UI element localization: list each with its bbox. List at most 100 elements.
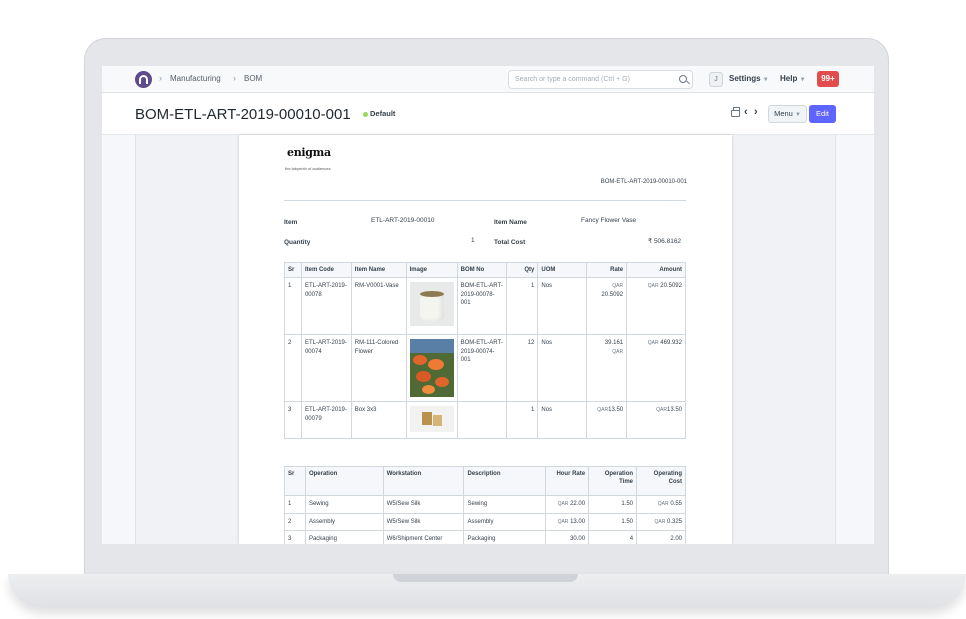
table-row: 3 Packaging W6/Shipment Center Packaging… xyxy=(284,530,686,544)
rate-value: 13.50 xyxy=(608,407,624,414)
search-placeholder: Search or type a command (Ctrl + G) xyxy=(515,76,630,83)
column-header: Item Code xyxy=(300,261,352,279)
hour-rate-value: 22.00 xyxy=(570,501,586,507)
search-input[interactable]: Search or type a command (Ctrl + G) xyxy=(508,70,693,89)
table-header-row: Sr Item Code Item Name Image BOM No Qty … xyxy=(284,261,686,279)
hour-rate-value: 30.00 xyxy=(570,536,586,543)
item-code-cell: ETL-ART-2019-00078 xyxy=(300,277,352,336)
item-code-cell: ETL-ART-2019-00074 xyxy=(300,334,352,403)
currency-label: QAR xyxy=(612,348,624,355)
status-dot-icon xyxy=(363,112,368,117)
amount-value: 20.5092 xyxy=(660,283,682,290)
operation-time-cell: 4 xyxy=(588,530,638,544)
operation-cell: Assembly xyxy=(304,512,384,532)
caret-down-icon: ▼ xyxy=(799,77,806,83)
settings-label: Settings xyxy=(729,74,761,83)
breadcrumb-bom[interactable]: BOM xyxy=(244,74,262,83)
item-name-cell: RM-111-Colored Flower xyxy=(350,334,407,403)
amount-cell: QAR 20.5092 xyxy=(626,277,686,336)
column-header: Operation xyxy=(304,466,384,496)
caret-down-icon: ▼ xyxy=(762,77,769,83)
image-cell xyxy=(405,334,458,403)
item-code-cell: ETL-ART-2019-00079 xyxy=(300,401,352,440)
settings-menu[interactable]: Settings ▼ xyxy=(729,74,769,83)
quantity-value: 1 xyxy=(471,237,475,244)
currency-label: QAR xyxy=(647,340,659,347)
operations-table: Sr Operation Workstation Description Hou… xyxy=(284,466,686,544)
workstation-cell: W5/Sew Silk xyxy=(382,495,465,514)
amount-value: 13.50 xyxy=(666,407,682,414)
column-header: Item Name xyxy=(350,261,407,279)
table-header-row: Sr Operation Workstation Description Hou… xyxy=(284,466,686,496)
hour-rate-value: 13.00 xyxy=(570,518,586,525)
table-row: 2 Assembly W5/Sew Silk Assembly QAR 13.0… xyxy=(284,512,686,532)
rate-cell: 39.161 QAR xyxy=(586,334,628,403)
description-cell: Sewing xyxy=(463,495,547,514)
uom-cell: Nos xyxy=(537,334,588,403)
sr-cell: 3 xyxy=(284,530,306,544)
chevron-right-icon: › xyxy=(159,73,162,83)
currency-label: QAR xyxy=(657,501,669,507)
image-cell xyxy=(405,401,458,440)
divider xyxy=(284,200,686,201)
sr-cell: 2 xyxy=(284,512,306,532)
item-label: Item xyxy=(284,219,298,226)
uom-cell: Nos xyxy=(537,401,588,440)
screen: › Manufacturing › BOM Search or type a c… xyxy=(102,66,874,544)
app-logo-icon[interactable] xyxy=(135,71,152,88)
column-header: Amount xyxy=(626,261,686,279)
print-icon[interactable] xyxy=(731,107,740,117)
print-document: enigma the labyrinth of audiences BOM-ET… xyxy=(239,135,732,544)
currency-label: QAR xyxy=(557,518,569,525)
currency-label: QAR xyxy=(612,283,624,290)
menu-button[interactable]: Menu ▼ xyxy=(768,105,807,123)
column-header: Operating Cost xyxy=(636,466,686,496)
column-header: Hour Rate xyxy=(545,466,590,496)
avatar[interactable]: J xyxy=(709,72,723,87)
operation-cell: Sewing xyxy=(304,495,384,514)
operating-cost-value: 0.325 xyxy=(666,518,682,525)
qty-cell: 12 xyxy=(506,334,539,403)
sr-cell: 2 xyxy=(284,334,302,403)
currency-label: QAR xyxy=(654,518,666,525)
chevron-right-icon: › xyxy=(233,73,236,83)
caret-down-icon: ▼ xyxy=(794,112,801,118)
next-icon[interactable]: › xyxy=(754,106,758,118)
operation-time-cell: 1.50 xyxy=(588,495,638,514)
search-icon xyxy=(679,75,687,83)
brand-logo: enigma xyxy=(287,146,331,159)
item-name-value: Fancy Flower Vase xyxy=(581,217,637,224)
operating-cost-cell: QAR 0.325 xyxy=(636,512,686,532)
column-header: Image xyxy=(405,261,458,279)
item-name-cell: RM-V0001-Vase xyxy=(350,277,407,336)
brand-tagline: the labyrinth of audiences xyxy=(285,166,331,171)
item-name-cell: Box 3x3 xyxy=(350,401,407,440)
column-header: Description xyxy=(463,466,547,496)
help-label: Help xyxy=(780,74,798,83)
navbar: › Manufacturing › BOM Search or type a c… xyxy=(102,66,874,93)
help-menu[interactable]: Help ▼ xyxy=(780,74,806,83)
amount-cell: QAR13.50 xyxy=(626,401,686,440)
currency-label: QAR xyxy=(656,407,667,414)
items-table: Sr Item Code Item Name Image BOM No Qty … xyxy=(284,261,686,440)
qty-cell: 1 xyxy=(506,277,539,336)
previous-icon[interactable]: ‹ xyxy=(744,106,748,118)
box-image xyxy=(409,406,454,433)
description-cell: Packaging xyxy=(463,530,547,544)
status-badge: Default xyxy=(370,109,396,118)
rate-cell: QAR 20.5092 xyxy=(586,277,628,336)
column-header: BOM No xyxy=(456,261,508,279)
notifications-badge[interactable]: 99+ xyxy=(817,71,839,87)
uom-cell: Nos xyxy=(537,277,588,336)
edit-button[interactable]: Edit xyxy=(809,105,836,123)
item-value: ETL-ART-2019-00010 xyxy=(371,217,435,224)
column-header: UOM xyxy=(537,261,588,279)
total-cost-label: Total Cost xyxy=(494,239,526,246)
workstation-cell: W6/Shipment Center xyxy=(382,530,465,544)
sr-cell: 3 xyxy=(284,401,302,440)
vase-image xyxy=(409,282,454,327)
page-head: BOM-ETL-ART-2019-00010-001 Default ‹ › M… xyxy=(102,93,874,135)
operating-cost-value: 2.00 xyxy=(670,536,682,543)
breadcrumb-manufacturing[interactable]: Manufacturing xyxy=(170,74,221,83)
amount-cell: QAR 469.932 xyxy=(626,334,686,403)
